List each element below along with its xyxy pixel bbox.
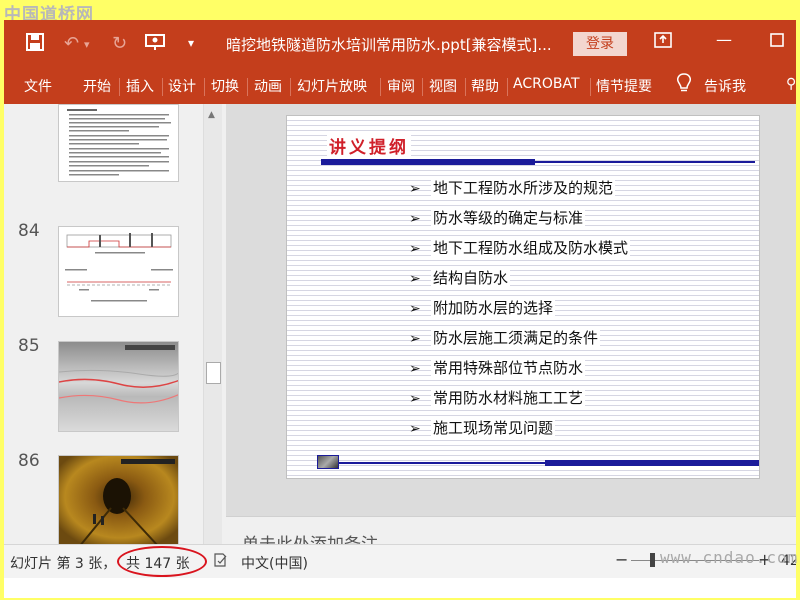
slide-thumbnail[interactable] (58, 104, 179, 182)
outline-item: ➢ 附加防水层的选择 (409, 297, 630, 327)
current-slide[interactable]: 讲义提纲 ➢ 地下工程防水所涉及的规范 ➢ 防水等级的确定与标准 ➢ 地下工程防水组成… (286, 115, 760, 479)
thumbnail-scrollbar[interactable]: ▲ ▼ (203, 104, 222, 564)
slide-thumbnail[interactable] (58, 341, 179, 432)
powerpoint-window: ↶ ▾ ↻ ▾ 暗挖地铁隧道防水培训常用防水.ppt[兼容模式]... 登录 —… (4, 20, 796, 598)
zoom-slider-handle[interactable] (650, 553, 655, 567)
save-icon[interactable] (26, 33, 44, 56)
language-indicator[interactable]: 中文(中国) (241, 553, 308, 573)
tab-separator (465, 78, 466, 96)
maximize-icon[interactable] (770, 32, 784, 51)
slide-thumbnail[interactable] (58, 226, 179, 317)
tab-separator (507, 78, 508, 96)
footer-rule-thick (545, 460, 759, 466)
tab-storyboard[interactable]: 情节提要 (596, 76, 652, 96)
outline-item: ➢ 结构自防水 (409, 267, 630, 297)
outline-item: ➢ 防水等级的确定与标准 (409, 207, 630, 237)
zoom-out-button[interactable]: − (615, 550, 628, 569)
outline-item: ➢ 地下工程防水组成及防水模式 (409, 237, 631, 267)
present-icon[interactable] (145, 33, 165, 56)
slide-position-text: 幻灯片 第 3 张， (10, 556, 117, 572)
tab-animations[interactable]: 动画 (254, 76, 282, 96)
bullet-arrow-icon: ➢ (409, 391, 421, 407)
bullet-arrow-icon: ➢ (409, 331, 421, 347)
outline-item: ➢ 常用防水材料施工工艺 (409, 387, 630, 417)
ribbon-tabs: 文件 开始 插入 设计 切换 动画 幻灯片放映 审阅 视图 帮助 ACROBAT… (4, 68, 796, 104)
bullet-arrow-icon: ➢ (409, 361, 421, 377)
tab-separator (119, 78, 120, 96)
tab-separator (380, 78, 381, 96)
slide-heading: 讲义提纲 (327, 133, 411, 158)
slide-number: 86 (18, 451, 40, 471)
tab-home[interactable]: 开始 (83, 76, 111, 96)
slide-number: 85 (18, 336, 40, 356)
customize-toolbar-icon[interactable]: ▾ (188, 36, 194, 50)
footer-rule-thin (339, 462, 547, 464)
tab-separator (290, 78, 291, 96)
site-watermark-bottom: www.cndao.com (660, 548, 799, 567)
bullet-arrow-icon: ➢ (409, 211, 421, 227)
outline-item: ➢ 地下工程防水所涉及的规范 (409, 177, 630, 207)
spellcheck-icon[interactable] (212, 552, 228, 572)
outline-item: ➢ 施工现场常见问题 (409, 417, 630, 447)
highlight-circle (117, 546, 207, 577)
tab-review[interactable]: 审阅 (387, 76, 415, 96)
outline-list: ➢ 地下工程防水所涉及的规范 ➢ 防水等级的确定与标准 ➢ 地下工程防水组成及防水模式… (409, 177, 631, 447)
redo-icon[interactable]: ↻ (112, 33, 127, 54)
header-rule-thick (321, 159, 535, 165)
tab-transitions[interactable]: 切换 (211, 76, 239, 96)
bullet-arrow-icon: ➢ (409, 241, 421, 257)
scrollbar-handle[interactable] (206, 362, 221, 384)
tab-view[interactable]: 视图 (429, 76, 457, 96)
outline-item: ➢ 防水层施工须满足的条件 (409, 327, 630, 357)
tab-acrobat[interactable]: ACROBAT (513, 76, 580, 92)
tab-insert[interactable]: 插入 (126, 76, 154, 96)
tab-file[interactable]: 文件 (24, 76, 52, 96)
scroll-up-icon[interactable]: ▲ (208, 110, 215, 120)
tab-design[interactable]: 设计 (168, 76, 196, 96)
tab-help[interactable]: 帮助 (471, 76, 499, 96)
header-rule-thin (535, 161, 755, 163)
tab-separator (590, 78, 591, 96)
slide-editor: 讲义提纲 ➢ 地下工程防水所涉及的规范 ➢ 防水等级的确定与标准 ➢ 地下工程防水组成… (226, 104, 796, 516)
tab-separator (422, 78, 423, 96)
outline-item: ➢ 常用特殊部位节点防水 (409, 357, 630, 387)
slide-number: 84 (18, 221, 40, 241)
bullet-arrow-icon: ➢ (409, 181, 421, 197)
user-icon[interactable]: ⚲ (786, 76, 796, 92)
restore-ribbon-icon[interactable] (654, 32, 672, 52)
undo-dropdown-icon[interactable]: ▾ (84, 38, 90, 51)
tab-separator (162, 78, 163, 96)
slide-thumbnail[interactable] (58, 455, 179, 546)
document-title: 暗挖地铁隧道防水培训常用防水.ppt[兼容模式]... (226, 36, 552, 54)
title-bar: ↶ ▾ ↻ ▾ 暗挖地铁隧道防水培训常用防水.ppt[兼容模式]... 登录 — (4, 20, 796, 68)
tunnel-photo-icon (317, 455, 339, 469)
tab-separator (204, 78, 205, 96)
bullet-arrow-icon: ➢ (409, 301, 421, 317)
tell-me-search[interactable]: 告诉我 (704, 76, 746, 96)
minimize-icon[interactable]: — (716, 30, 732, 49)
tab-slideshow[interactable]: 幻灯片放映 (297, 76, 367, 96)
undo-icon[interactable]: ↶ (64, 33, 79, 54)
slide-thumbnail-pane: 84 85 86 (4, 104, 226, 564)
bullet-arrow-icon: ➢ (409, 271, 421, 287)
lightbulb-icon[interactable] (676, 73, 692, 98)
bullet-arrow-icon: ➢ (409, 421, 421, 437)
tab-separator (247, 78, 248, 96)
login-button[interactable]: 登录 (573, 32, 627, 56)
